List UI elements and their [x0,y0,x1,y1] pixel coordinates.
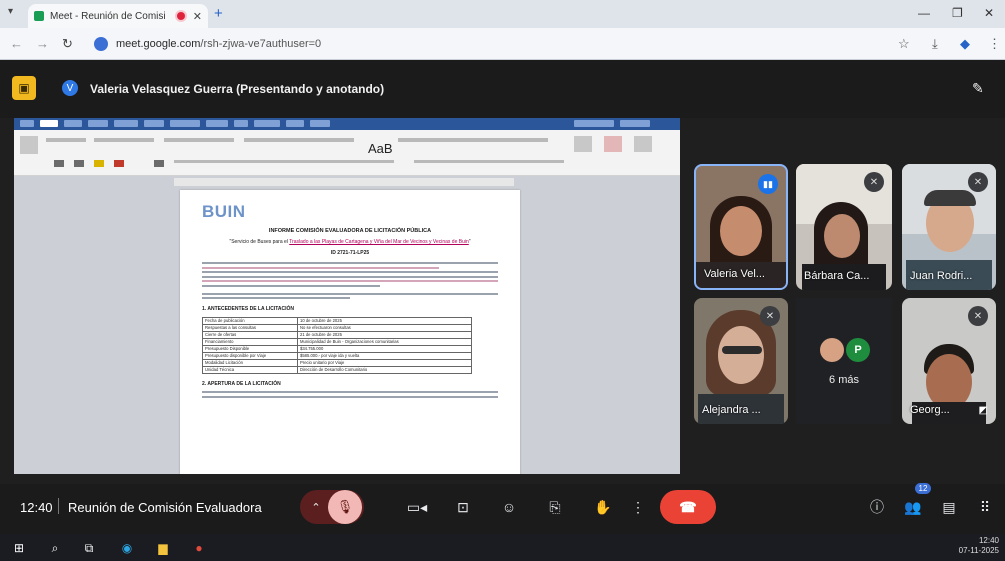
bookmark-star-icon[interactable]: ☆ [898,36,910,52]
chrome-browser-icon[interactable]: ● [190,539,208,557]
section-heading-apertura: 2. APERTURA DE LA LICITACIÓN [202,381,281,387]
participant-name: Valeria Vel... [704,268,765,280]
table-row: Modalidad Licitación Precio unitario por … [202,359,472,367]
document-title: INFORME COMISIÓN EVALUADORA DE LICITACIÓ… [268,228,432,234]
table-row: Cierre de ofertas 21 de octubre de 2025 [202,331,472,339]
participant-tile-juan[interactable]: ✕ Juan Rodri... [902,164,996,290]
raise-hand-button[interactable]: ✋ [588,490,618,524]
browser-tab-meet[interactable]: Meet - Reunión de Comisi ✕ [28,4,208,28]
chat-button[interactable]: ▤ [934,490,964,524]
more-options-button[interactable]: ⋮ [628,490,648,524]
taskbar-time: 12:40 [978,536,999,545]
browser-menu-icon[interactable]: ⋮ [988,36,1001,52]
muted-mic-icon: ✕ [968,306,988,326]
speaking-indicator-icon: ▮▮ [758,174,778,194]
participant-name: Bárbara Ca... [804,270,870,282]
camera-button[interactable]: ▭◂ [402,490,432,524]
meeting-title: Reunión de Comisión Evaluadora [68,500,262,515]
participant-name: Georg... [910,404,950,416]
people-button[interactable]: 👥 [898,490,928,524]
windows-taskbar [0,534,1005,561]
browser-tab-strip: ▾ Meet - Reunión de Comisi ✕ + — ❐ ✕ [0,0,1005,28]
buin-logo: BUIN [202,202,246,221]
meeting-info-button[interactable]: ⓘ [862,490,892,524]
minimize-window-icon[interactable]: — [918,6,930,20]
browser-tab-title: Meet - Reunión de Comisi [50,10,166,22]
table-row: Presupuesto Disponible $34.755.000 [202,345,472,353]
table-row: Unidad Técnica Dirección de Desarrollo Co… [202,366,472,374]
participant-tile-alejandra[interactable]: ✕ Alejandra ... [694,298,788,424]
participant-tile-george[interactable]: ✕ Georg... ◩ [902,298,996,424]
file-explorer-icon[interactable]: ▆ [154,539,172,557]
muted-mic-icon: ✕ [760,306,780,326]
back-arrow-icon[interactable]: ← [10,36,23,51]
participant-name: Alejandra ... [702,404,761,416]
activities-button[interactable]: ⠿ [970,490,1000,524]
document-apertura-paragraph [202,391,498,398]
restore-window-icon[interactable]: ❐ [952,6,963,20]
download-icon[interactable]: ⤓ [932,36,938,52]
audio-options-chevron-icon[interactable]: ⌃ [304,490,328,524]
style-preview-icon: AaB [368,141,393,156]
mic-off-button[interactable]: 🎙 [328,490,362,524]
meet-favicon-icon [34,11,44,21]
table-row: Financiamiento Municipalidad de Buin - Or… [202,338,472,346]
reactions-button[interactable]: ☺ [494,490,524,524]
url-domain: meet.google.com [116,38,201,50]
section-heading-antecedentes: 1. ANTECEDENTES DE LA LICITACIÓN [202,306,295,312]
leave-call-button[interactable]: ☎ [660,490,716,524]
close-tab-icon[interactable]: ✕ [193,10,202,23]
table-row: Presupuesto disponible por Viaje $585.000… [202,352,472,360]
muted-mic-icon: ✕ [968,172,988,192]
browser-toolbar: ← → ↻ meet.google.com /rsh-zjwa-ve7authu… [0,28,1005,60]
forward-arrow-icon[interactable]: → [36,36,49,51]
windows-start-icon[interactable]: ⊞ [10,539,28,557]
more-participants-label: 6 más [829,374,859,386]
document-page: BUIN INFORME COMISIÓN EVALUADORA DE LICI… [180,190,520,474]
divider [58,498,59,514]
taskbar-clock: 12:40 07-11-2025 [959,536,999,556]
close-window-icon[interactable]: ✕ [984,6,994,20]
present-screen-button[interactable]: ⊡ [448,490,478,524]
search-icon[interactable]: ⌕ [46,539,64,557]
table-row: Respuestas a las consultas No se efectuar… [202,324,472,332]
participant-tile-barbara[interactable]: ✕ Bárbara Ca... [796,164,892,290]
document-id: ID 2721-71-LP25 [330,250,370,256]
recording-indicator-icon [176,12,185,20]
word-ribbon: AaB [14,130,680,176]
muted-mic-icon: ✕ [864,172,884,192]
task-view-icon[interactable]: ⧉ [80,539,98,557]
meeting-clock: 12:40 [20,500,53,515]
document-second-paragraph [202,292,498,299]
presenter-avatar: V [62,80,78,96]
word-ribbon-tabs [14,118,680,130]
annotation-pen-icon[interactable]: ✎ [972,80,984,97]
more-participants-tile[interactable]: P 6 más [796,298,892,424]
tile-options-icon[interactable]: ◩ [979,405,988,416]
participant-tile-valeria[interactable]: ▮▮ Valeria Vel... [694,164,788,290]
taskbar-date: 07-11-2025 [958,546,999,555]
shared-screen: AaB BUIN INFORME COMISIÓN EVALUADORA DE … [14,118,680,474]
participant-name: Juan Rodri... [910,270,973,282]
presenting-icon[interactable]: ▣ [12,76,36,100]
participant-avatar [820,338,844,362]
captions-button[interactable]: ⎘ [540,490,570,524]
address-bar[interactable]: meet.google.com /rsh-zjwa-ve7authuser=0 [88,32,888,56]
antecedentes-table: Fecha de publicación 10 de octubre de 202… [202,317,472,374]
participants-count-badge: 12 [915,483,931,494]
edge-browser-icon[interactable]: ◉ [118,539,136,557]
extension-icon[interactable]: ◆ [960,36,970,52]
document-subtitle: "Servicio de Buses para el Traslado a la… [229,239,471,245]
document-body-paragraph [202,262,498,287]
presenter-label: Valeria Velasquez Guerra (Presentando y … [90,82,385,96]
tab-search-chevron-icon[interactable]: ▾ [8,6,13,17]
word-ruler [174,178,514,186]
participant-avatar: P [846,338,870,362]
url-path: /rsh-zjwa-ve7authuser=0 [200,38,322,50]
reload-icon[interactable]: ↻ [62,36,73,52]
subtitle-highlight: Traslado a las Playas de Cartagena y Viñ… [289,239,469,245]
table-row: Fecha de publicación 10 de octubre de 202… [202,317,472,325]
new-tab-plus-icon[interactable]: + [214,5,223,22]
site-info-icon[interactable] [94,37,108,51]
